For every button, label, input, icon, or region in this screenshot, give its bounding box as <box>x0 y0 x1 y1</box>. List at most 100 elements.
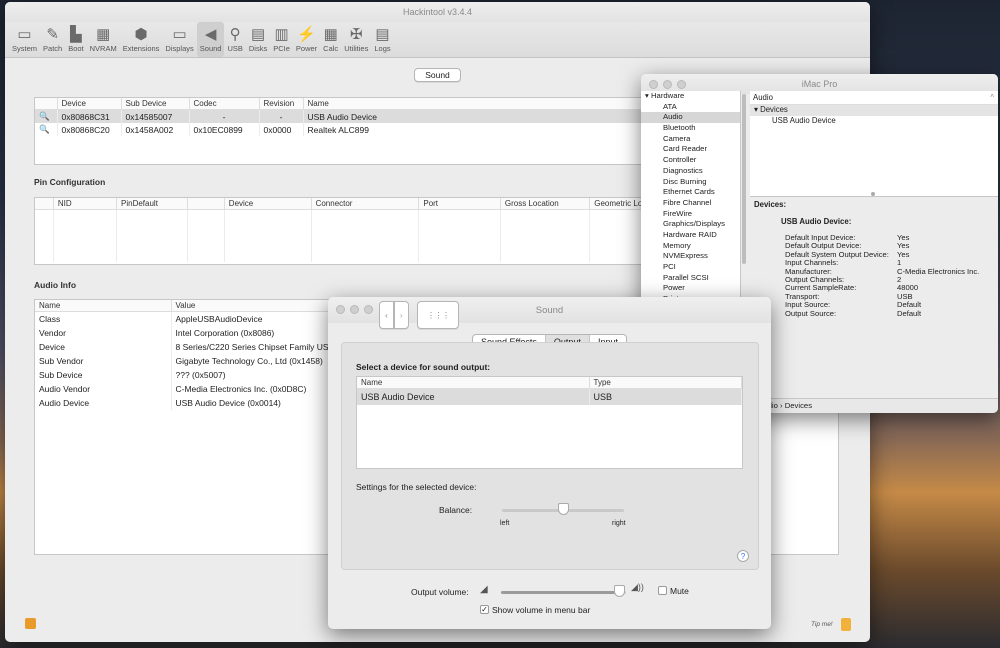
tab-pcie[interactable]: ▥ PCIe <box>270 22 293 57</box>
tab-disks[interactable]: ▤ Disks <box>246 22 270 57</box>
close-window-button[interactable] <box>336 305 345 314</box>
output-volume-label: Output volume: <box>411 587 469 597</box>
tree-label: Disc Burning <box>663 176 707 186</box>
column-header[interactable] <box>35 198 54 210</box>
tree-item[interactable]: Hardware RAID <box>641 230 740 241</box>
lock-icon[interactable] <box>25 618 36 629</box>
tree-item[interactable]: NVMExpress <box>641 251 740 262</box>
tree-item[interactable]: Fibre Channel <box>641 198 740 209</box>
tip-me-label[interactable]: Tip me! <box>811 621 833 628</box>
tab-displays[interactable]: ▭ Displays <box>162 22 196 57</box>
column-header[interactable]: Connector <box>311 198 420 210</box>
column-header[interactable]: Name <box>357 377 590 389</box>
sound-section-button[interactable]: Sound <box>414 68 461 82</box>
tree-item[interactable]: Diagnostics <box>641 166 740 177</box>
tree-label: Camera <box>663 133 691 143</box>
tip-jar-icon[interactable] <box>841 618 851 631</box>
balance-label: Balance: <box>439 505 473 515</box>
tab-label: Sound <box>199 44 222 53</box>
tree-item[interactable]: Camera <box>641 134 740 145</box>
volume-high-icon: ◢)) <box>631 582 644 592</box>
minimize-window-button[interactable] <box>350 305 359 314</box>
show-all-grid-icon[interactable]: ⋮⋮⋮ <box>416 301 460 329</box>
tab-extensions[interactable]: ⬢ Extensions <box>120 22 163 57</box>
column-header[interactable]: Device <box>224 198 312 210</box>
tab-label: Patch <box>43 44 63 53</box>
split-handle[interactable] <box>871 192 875 196</box>
column-header[interactable]: PinDefault <box>116 198 188 210</box>
tab-nvram[interactable]: ▦ NVRAM <box>87 22 120 57</box>
column-header[interactable]: Sub Device <box>121 98 190 110</box>
zoom-window-button[interactable] <box>364 305 373 314</box>
table-row[interactable]: USB Audio Device USB <box>357 388 742 405</box>
table-cell: - <box>259 109 304 123</box>
tree-item[interactable]: Ethernet Cards <box>641 187 740 198</box>
tab-calc[interactable]: ▦ Calc <box>320 22 341 57</box>
column-header[interactable]: Gross Location <box>500 198 591 210</box>
boot-icon: ▙ <box>70 26 82 43</box>
magnifier-icon[interactable]: 🔍 <box>35 123 58 136</box>
tab-label: USB <box>227 44 243 53</box>
tree-item[interactable]: Parallel SCSI <box>641 273 740 284</box>
table-cell: Audio Device <box>35 396 172 410</box>
column-header[interactable] <box>187 198 225 210</box>
tab-sound[interactable]: ◀ Sound <box>196 22 225 57</box>
settings-label: Settings for the selected device: <box>356 482 477 492</box>
power-icon: ⚡ <box>297 26 316 43</box>
close-window-button[interactable] <box>649 80 658 89</box>
show-volume-checkbox[interactable]: ✓ <box>480 605 489 614</box>
chevron-up-icon[interactable]: ^ <box>990 91 998 105</box>
tab-usb[interactable]: ⚲ USB <box>224 22 245 57</box>
magnifier-icon[interactable]: 🔍 <box>35 109 58 123</box>
tab-label: NVRAM <box>89 44 117 53</box>
tab-logs[interactable]: ▤ Logs <box>371 22 393 57</box>
column-header[interactable]: Codec <box>189 98 260 110</box>
tree-item[interactable]: Controller <box>641 155 740 166</box>
back-button[interactable]: ‹ <box>379 301 394 329</box>
tab-utilities[interactable]: ✠ Utilities <box>341 22 371 57</box>
tree-item[interactable]: Card Reader <box>641 144 740 155</box>
zoom-window-button[interactable] <box>677 80 686 89</box>
tree-item[interactable]: Power <box>641 283 740 294</box>
empty-cell <box>35 209 54 262</box>
help-button[interactable]: ? <box>737 550 749 562</box>
tree-item[interactable]: PCI <box>641 262 740 273</box>
tree-scrollbar[interactable] <box>742 94 746 264</box>
detail-key: Output Source: <box>785 308 837 318</box>
column-header[interactable]: Name <box>35 300 172 312</box>
volume-slider-knob[interactable] <box>613 585 625 597</box>
column-header[interactable]: Port <box>418 198 501 210</box>
tree-group[interactable]: ▾ Hardware <box>641 91 740 102</box>
tree-item[interactable]: Disc Burning <box>641 177 740 188</box>
column-header[interactable]: Type <box>589 377 742 389</box>
mute-checkbox[interactable] <box>658 586 667 595</box>
path-segment[interactable]: Devices <box>785 401 812 410</box>
forward-button[interactable]: › <box>393 301 409 329</box>
tree-item[interactable]: Graphics/Displays <box>641 219 740 230</box>
balance-slider-knob[interactable] <box>558 503 569 515</box>
minimize-window-button[interactable] <box>663 80 672 89</box>
tree-item[interactable]: Audio <box>641 112 740 124</box>
tree-item[interactable]: FireWire <box>641 209 740 220</box>
sound-titlebar: ‹ › ⋮⋮⋮ Sound <box>328 297 771 329</box>
card-icon: ▥ <box>274 26 289 43</box>
devices-group-row[interactable]: ▾ Devices <box>750 105 998 116</box>
device-item-row[interactable]: USB Audio Device <box>750 116 998 127</box>
volume-slider-track[interactable] <box>501 591 626 594</box>
tab-system[interactable]: ▭ System <box>9 22 40 57</box>
tree-label: Card Reader <box>663 144 708 154</box>
tree-label: Power <box>663 283 685 293</box>
tree-item[interactable]: Bluetooth <box>641 123 740 134</box>
tab-patch[interactable]: ✎ Patch <box>40 22 65 57</box>
tree-label: Ethernet Cards <box>663 187 715 197</box>
column-header[interactable]: Device <box>57 98 122 110</box>
tab-power[interactable]: ⚡ Power <box>293 22 320 57</box>
tree-item[interactable]: ATA <box>641 102 740 113</box>
tree-item[interactable]: Memory <box>641 241 740 252</box>
disk-icon: ▤ <box>250 26 266 43</box>
window-title: Hackintool v3.4.4 <box>402 7 473 17</box>
column-header[interactable]: NID <box>53 198 118 210</box>
mute-label: Mute <box>670 586 689 596</box>
column-header[interactable]: Revision <box>259 98 304 110</box>
tab-boot[interactable]: ▙ Boot <box>65 22 86 57</box>
